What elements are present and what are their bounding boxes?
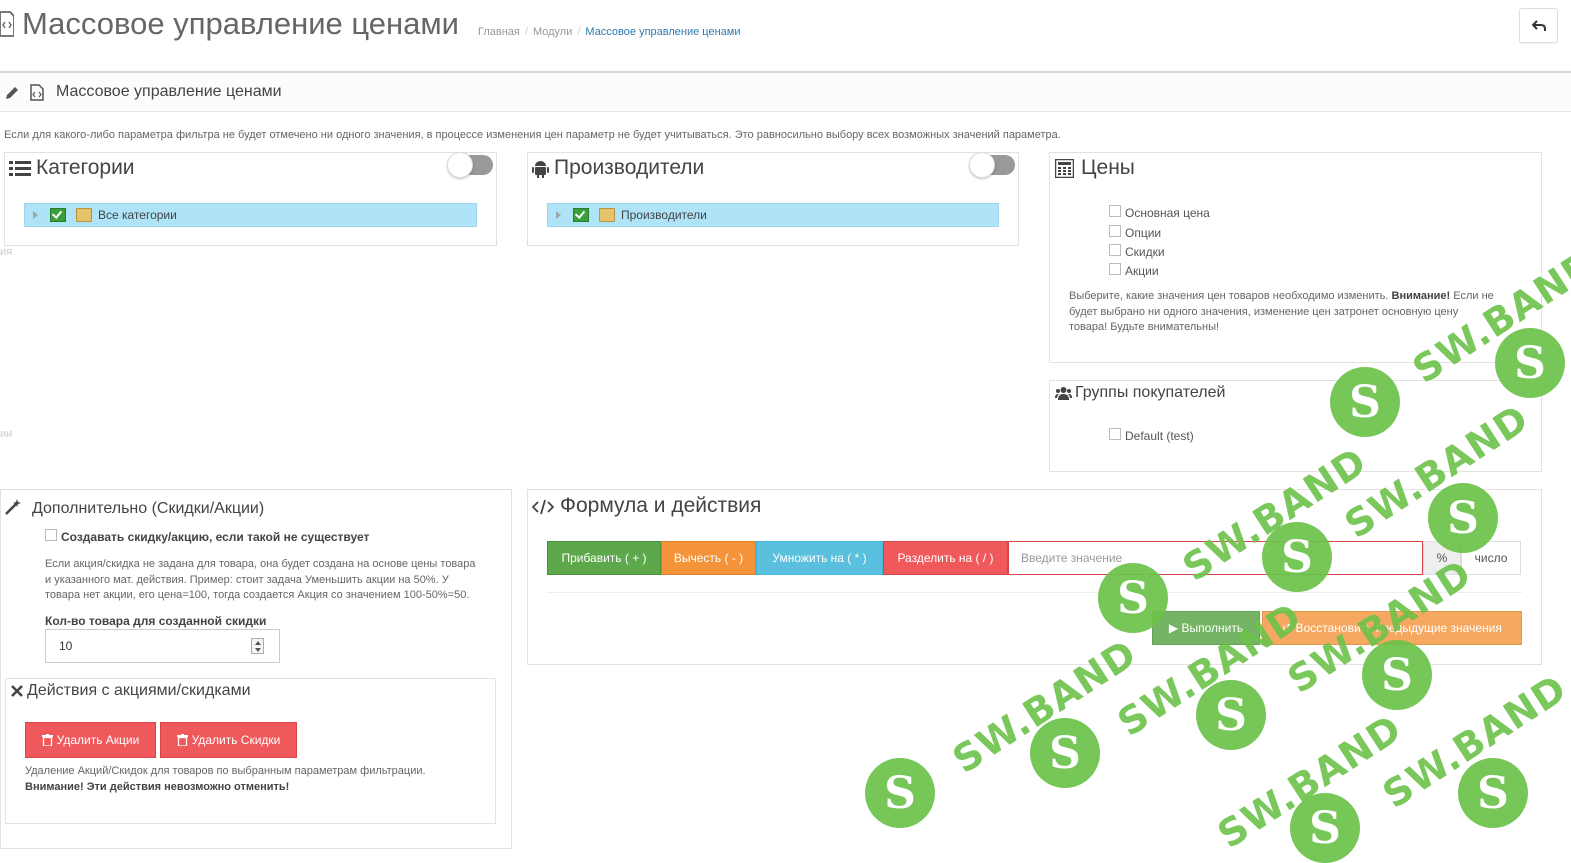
subtract-button[interactable]: Вычесть ( - ) [661, 541, 756, 575]
manufacturer-tree-item[interactable]: Производители [547, 203, 999, 227]
watermark-logo: S [865, 758, 935, 828]
qty-value: 10 [59, 639, 73, 653]
manufacturer-tree-label: Производители [621, 208, 707, 222]
delete-specials-button[interactable]: Удалить Акции [25, 722, 156, 758]
qty-label: Кол-во товара для созданной скидки [45, 614, 267, 628]
create-discount-checkbox[interactable] [45, 529, 57, 541]
close-icon [11, 685, 23, 697]
formula-value-placeholder: Введите значение [1021, 551, 1123, 565]
create-discount-label: Создавать скидку/акцию, если такой не су… [61, 530, 370, 544]
pencil-icon [5, 86, 19, 100]
divide-button[interactable]: Разделить на ( / ) [883, 541, 1008, 575]
watermark-logo: S [1098, 563, 1168, 633]
actions-warning: Внимание! Эти действия невозможно отмени… [25, 781, 290, 793]
trash-icon [176, 734, 188, 746]
delete-specials-label: Удалить Акции [56, 733, 140, 747]
manufacturers-side-fragment: ии [0, 428, 13, 440]
watermark-logo: S [1330, 367, 1400, 437]
actions-help: Удаление Акций/Скидок для товаров по выб… [25, 765, 426, 777]
price-option-label: Основная цена [1125, 206, 1210, 220]
breadcrumb-home[interactable]: Главная [478, 26, 520, 38]
page-title: Массовое управление ценами [22, 6, 459, 41]
categories-side-fragment: ия [0, 246, 13, 258]
code-icon [532, 499, 554, 515]
magic-wand-icon [5, 499, 21, 515]
categories-toggle[interactable] [447, 152, 493, 178]
undo-icon [1531, 19, 1546, 32]
calculator-icon [1055, 159, 1074, 178]
filter-info-text: Если для какого-либо параметра фильтра н… [4, 129, 1061, 141]
multiply-button[interactable]: Умножить на ( * ) [756, 541, 883, 575]
file-code-icon [0, 11, 14, 37]
qty-input[interactable]: 10 [45, 629, 280, 663]
price-option-checkbox[interactable] [1109, 244, 1121, 256]
price-option-label: Опции [1125, 226, 1162, 240]
price-option-label: Скидки [1125, 245, 1165, 259]
manufacturers-title: Производители [554, 156, 705, 179]
back-button[interactable] [1519, 8, 1558, 43]
folder-icon [76, 208, 92, 222]
categories-title: Категории [36, 156, 135, 179]
customer-group-checkbox[interactable] [1109, 428, 1121, 440]
extra-help: Если акция/скидка не задана для товара, … [45, 558, 476, 601]
formula-divider [547, 592, 1522, 593]
file-code-icon [30, 84, 44, 101]
breadcrumb-modules[interactable]: Модули [533, 26, 572, 38]
actions-title: Действия с акциями/скидками [27, 682, 251, 699]
formula-title: Формула и действия [560, 494, 762, 517]
qty-spinner[interactable] [251, 638, 264, 654]
list-icon [9, 160, 31, 178]
delete-discounts-label: Удалить Скидки [191, 733, 281, 747]
price-option-checkbox[interactable] [1109, 263, 1121, 275]
prices-title: Цены [1081, 156, 1135, 179]
folder-icon [599, 208, 615, 222]
breadcrumb-current[interactable]: Массовое управление ценами [585, 26, 740, 38]
android-icon [532, 160, 549, 178]
users-icon [1055, 386, 1072, 400]
category-tree-item[interactable]: Все категории [24, 203, 477, 227]
price-option-label: Акции [1125, 264, 1159, 278]
price-option-checkbox[interactable] [1109, 225, 1121, 237]
customer-groups-title: Группы покупателей [1075, 384, 1226, 401]
breadcrumb: Главная / Модули / Массовое управление ценам… [478, 26, 741, 38]
panel-title: Массовое управление ценами [56, 83, 282, 100]
manufacturers-toggle[interactable] [969, 152, 1015, 178]
checked-checkbox-icon[interactable] [573, 208, 589, 222]
customer-group-label: Default (test) [1125, 429, 1194, 443]
expand-arrow-icon[interactable] [33, 211, 38, 219]
extra-title: Дополнительно (Скидки/Акции) [32, 500, 265, 517]
expand-arrow-icon[interactable] [556, 211, 561, 219]
add-button[interactable]: Прибавить ( + ) [547, 541, 661, 575]
category-tree-label: Все категории [98, 208, 177, 222]
price-option-checkbox[interactable] [1109, 205, 1121, 217]
delete-discounts-button[interactable]: Удалить Скидки [160, 722, 297, 758]
trash-icon [41, 734, 53, 746]
checked-checkbox-icon[interactable] [50, 208, 66, 222]
